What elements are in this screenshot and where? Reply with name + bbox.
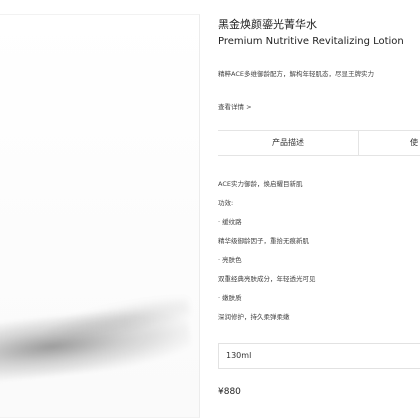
product-image-panel (0, 0, 200, 420)
description-line: 功效: (218, 199, 234, 207)
view-details-link[interactable]: 查看详情 > (218, 101, 252, 111)
description-line: · 缓纹路 (218, 218, 242, 226)
tab-product-description[interactable]: 产品描述 (218, 131, 359, 155)
product-title-en: Premium Nutritive Revitalizing Lotion (218, 36, 404, 47)
size-option-select[interactable]: 130ml (218, 343, 420, 369)
description-line: · 亮肤色 (218, 256, 242, 264)
description-line: 精华级御龄因子，重拾无痕新肌 (218, 237, 309, 245)
size-option-value: 130ml (226, 351, 252, 360)
description-line: 深润修护，持久柔弹柔嫩 (218, 313, 290, 321)
description-line: 双重经典亮肤成分，年轻透光可见 (218, 275, 316, 283)
description-line: ACE实力御龄，焕启耀目新肌 (218, 180, 303, 188)
tab-usage[interactable]: 使 (410, 131, 420, 155)
product-tagline: 精粹ACE多维御龄配方，解构年轻肌态，尽显王牌实力 (218, 70, 374, 78)
product-tabs: 产品描述 使 (218, 130, 420, 156)
product-price: ¥880 (218, 387, 241, 397)
product-title-cn: 黑金焕颜鎏光菁华水 (218, 18, 317, 31)
description-line: · 嫩肤质 (218, 294, 242, 302)
